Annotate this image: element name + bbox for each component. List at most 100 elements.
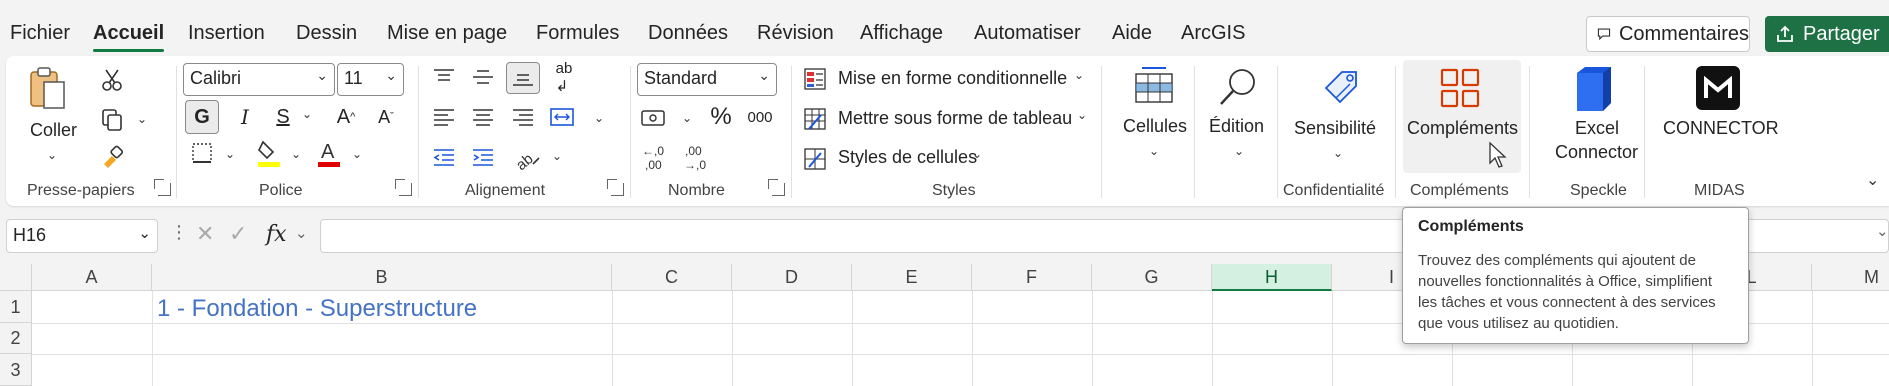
format-painter-icon[interactable] xyxy=(100,144,124,168)
copy-icon[interactable] xyxy=(100,108,124,132)
borders-icon[interactable] xyxy=(189,140,215,166)
cells-label[interactable]: Cellules xyxy=(1123,116,1187,137)
tab-formules[interactable]: Formules xyxy=(536,22,619,45)
increase-decimal-icon[interactable]: ←,0,00 xyxy=(640,142,670,172)
select-all-corner[interactable] xyxy=(0,264,32,291)
underline-chevron-icon[interactable]: ⌄ xyxy=(302,107,312,121)
cancel-icon[interactable]: ✕ xyxy=(196,221,214,247)
font-size-select[interactable]: 11 ⌄ xyxy=(337,63,404,96)
cut-icon[interactable] xyxy=(100,68,124,92)
tab-dessin[interactable]: Dessin xyxy=(296,22,357,45)
conditional-format-label[interactable]: Mise en forme conditionnelle xyxy=(838,68,1067,89)
merge-center-icon[interactable] xyxy=(548,104,576,130)
column-header-b[interactable]: B xyxy=(152,264,612,291)
clipboard-launcher-icon[interactable] xyxy=(154,179,171,196)
decrease-decimal-icon[interactable]: ,00 →,0 xyxy=(682,142,712,172)
fx-chevron-icon[interactable]: ⌄ xyxy=(295,224,308,242)
merge-chevron-icon[interactable]: ⌄ xyxy=(594,111,604,125)
font-name-select[interactable]: Calibri ⌄ xyxy=(183,63,335,96)
column-header-a[interactable]: A xyxy=(32,264,152,291)
decrease-font-icon[interactable]: Aˇ xyxy=(370,100,402,134)
collapse-ribbon-chevron-icon[interactable]: ⌄ xyxy=(1866,170,1879,190)
comments-button[interactable]: Commentaires xyxy=(1586,16,1750,52)
row-header-3[interactable]: 3 xyxy=(0,354,32,386)
tab-mise-en-page[interactable]: Mise en page xyxy=(387,22,507,45)
underline-button[interactable]: S xyxy=(268,100,298,134)
speckle-label-line2[interactable]: Connector xyxy=(1555,142,1638,163)
row-header-2[interactable]: 2 xyxy=(0,323,32,354)
align-bottom-icon[interactable] xyxy=(506,62,540,94)
format-table-icon[interactable] xyxy=(802,106,828,132)
tab-accueil[interactable]: Accueil xyxy=(93,22,165,52)
fill-chevron-icon[interactable]: ⌄ xyxy=(291,147,301,161)
font-color-icon[interactable]: A xyxy=(315,138,343,168)
number-format-select[interactable]: Standard ⌄ xyxy=(637,63,777,96)
conditional-chevron-icon[interactable]: ⌄ xyxy=(1074,68,1084,82)
format-table-chevron-icon[interactable]: ⌄ xyxy=(1077,108,1087,122)
tab-fichier[interactable]: Fichier xyxy=(10,22,70,45)
tab-donnees[interactable]: Données xyxy=(648,22,728,45)
tab-arcgis[interactable]: ArcGIS xyxy=(1181,22,1245,45)
editing-label[interactable]: Édition xyxy=(1209,116,1264,137)
alignment-launcher-icon[interactable] xyxy=(607,179,624,196)
paste-icon[interactable] xyxy=(28,66,68,112)
accounting-format-icon[interactable] xyxy=(640,104,668,130)
font-launcher-icon[interactable] xyxy=(395,179,412,196)
sensitivity-icon[interactable] xyxy=(1318,64,1366,112)
speckle-cube-icon[interactable] xyxy=(1566,64,1616,114)
decrease-indent-icon[interactable] xyxy=(431,144,457,170)
orientation-icon[interactable]: ab xyxy=(512,142,542,172)
column-header-m[interactable]: M xyxy=(1812,264,1889,291)
align-middle-icon[interactable] xyxy=(470,64,496,90)
column-header-d[interactable]: D xyxy=(732,264,852,291)
expand-formula-chevron-icon[interactable]: ⌄ xyxy=(1876,222,1889,240)
column-header-h[interactable]: H xyxy=(1212,264,1332,291)
sensitivity-chevron-icon[interactable]: ⌄ xyxy=(1333,146,1343,160)
bold-button[interactable]: G xyxy=(185,100,219,134)
orientation-chevron-icon[interactable]: ⌄ xyxy=(552,149,562,163)
wrap-text-icon[interactable]: ab ↲ xyxy=(550,60,578,95)
cell-styles-icon[interactable] xyxy=(802,146,828,172)
share-button[interactable]: Partager xyxy=(1765,16,1889,52)
midas-connector-label[interactable]: CONNECTOR xyxy=(1663,118,1779,139)
tab-affichage[interactable]: Affichage xyxy=(860,22,943,45)
cells-chevron-icon[interactable]: ⌄ xyxy=(1149,144,1159,158)
conditional-format-icon[interactable] xyxy=(802,66,828,92)
align-top-icon[interactable] xyxy=(431,64,457,90)
format-table-label[interactable]: Mettre sous forme de tableau xyxy=(838,108,1072,129)
enter-icon[interactable]: ✓ xyxy=(229,221,247,247)
tab-insertion[interactable]: Insertion xyxy=(188,22,265,45)
align-right-icon[interactable] xyxy=(510,104,536,130)
addins-label[interactable]: Compléments xyxy=(1407,118,1518,139)
number-launcher-icon[interactable] xyxy=(768,179,785,196)
speckle-label-line1[interactable]: Excel xyxy=(1575,118,1619,139)
editing-icon[interactable] xyxy=(1214,64,1262,112)
more-options-icon[interactable]: ⋮ xyxy=(170,222,188,243)
copy-chevron-icon[interactable]: ⌄ xyxy=(137,112,147,126)
cell-b1[interactable]: 1 - Fondation - Superstructure xyxy=(157,295,477,323)
paste-chevron-icon[interactable]: ⌄ xyxy=(47,148,57,162)
tab-automatiser[interactable]: Automatiser xyxy=(974,22,1081,45)
cells-icon[interactable] xyxy=(1130,64,1178,112)
align-center-icon[interactable] xyxy=(470,104,496,130)
cell-styles-chevron-icon[interactable]: ⌄ xyxy=(972,147,982,161)
font-color-chevron-icon[interactable]: ⌄ xyxy=(352,147,362,161)
name-box[interactable]: H16 ⌄ xyxy=(6,219,158,253)
fill-color-icon[interactable] xyxy=(255,138,283,168)
column-header-e[interactable]: E xyxy=(852,264,972,291)
row-header-1[interactable]: 1 xyxy=(0,291,32,323)
align-left-icon[interactable] xyxy=(431,104,457,130)
tab-revision[interactable]: Révision xyxy=(757,22,834,45)
italic-button[interactable]: I xyxy=(230,100,260,134)
midas-logo-icon[interactable] xyxy=(1696,66,1740,110)
column-header-g[interactable]: G xyxy=(1092,264,1212,291)
insert-function-button[interactable]: fx xyxy=(266,222,287,247)
addins-icon[interactable] xyxy=(1438,66,1482,110)
cell-styles-label[interactable]: Styles de cellules xyxy=(838,147,977,168)
thousands-button[interactable]: 000 xyxy=(743,102,777,132)
increase-indent-icon[interactable] xyxy=(470,144,496,170)
percent-button[interactable]: % xyxy=(706,102,736,132)
sensitivity-label[interactable]: Sensibilité xyxy=(1294,118,1376,139)
tab-aide[interactable]: Aide xyxy=(1112,22,1152,45)
editing-chevron-icon[interactable]: ⌄ xyxy=(1234,144,1244,158)
